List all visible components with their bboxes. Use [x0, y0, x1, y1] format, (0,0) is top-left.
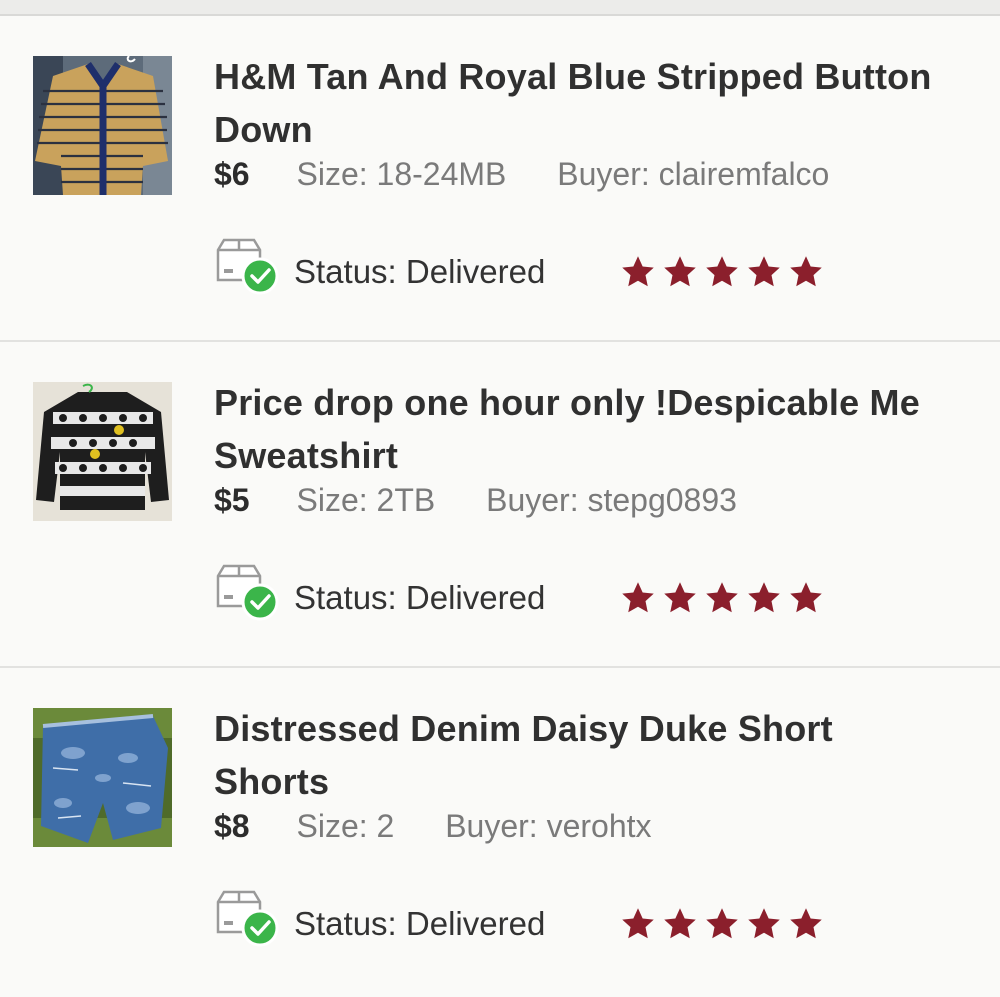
status-text: Status: Delivered [294, 252, 545, 292]
star-icon [706, 908, 738, 939]
list-item[interactable]: Price drop one hour only !Despicable Me … [0, 342, 1000, 668]
star-rating [620, 906, 824, 946]
status-value: Delivered [405, 579, 546, 616]
star-icon [664, 582, 696, 613]
star-icon [748, 256, 780, 287]
star-rating [620, 580, 824, 620]
buyer-value[interactable]: verohtx [547, 808, 652, 844]
star-icon [622, 256, 654, 287]
star-icon [622, 582, 654, 613]
item-title[interactable]: Price drop one hour only !Despicable Me … [214, 376, 934, 482]
size-value: 2 [376, 808, 395, 844]
item-meta: $5 Size: 2TB Buyer: stepg0893 [214, 480, 737, 520]
size-value: 18-24MB [376, 156, 507, 192]
status-text: Status: Delivered [294, 578, 545, 618]
status-label: Status: [294, 253, 397, 290]
delivered-box-check-icon [216, 564, 279, 621]
item-size: Size: 2TB [296, 482, 435, 518]
item-buyer: Buyer: verohtx [445, 808, 651, 844]
delivered-box-check-icon [216, 238, 279, 295]
item-meta: $8 Size: 2 Buyer: verohtx [214, 806, 652, 846]
star-icon [706, 582, 738, 613]
item-thumbnail[interactable] [33, 382, 172, 521]
item-title[interactable]: H&M Tan And Royal Blue Stripped Button D… [214, 50, 934, 156]
status-value: Delivered [405, 905, 546, 942]
item-meta: $6 Size: 18-24MB Buyer: clairemfalco [214, 154, 829, 194]
size-label: Size: [296, 808, 368, 844]
sold-items-list: H&M Tan And Royal Blue Stripped Button D… [0, 16, 1000, 994]
status-value: Delivered [405, 253, 546, 290]
buyer-label: Buyer: [557, 156, 650, 192]
status-row: Status: Delivered [214, 558, 974, 638]
star-icon [790, 908, 822, 939]
star-icon [622, 908, 654, 939]
star-icon [790, 256, 822, 287]
status-text: Status: Delivered [294, 904, 545, 944]
top-edge-bar [0, 0, 1000, 16]
size-label: Size: [296, 156, 368, 192]
status-row: Status: Delivered [214, 884, 974, 964]
size-label: Size: [296, 482, 368, 518]
item-buyer: Buyer: stepg0893 [486, 482, 737, 518]
item-price: $8 [214, 808, 250, 844]
star-icon [664, 256, 696, 287]
star-icon [706, 256, 738, 287]
buyer-label: Buyer: [486, 482, 579, 518]
star-icon [748, 582, 780, 613]
star-icon [748, 908, 780, 939]
item-buyer: Buyer: clairemfalco [557, 156, 829, 192]
star-icon [664, 908, 696, 939]
status-label: Status: [294, 905, 397, 942]
item-thumbnail[interactable] [33, 708, 172, 847]
size-value: 2TB [376, 482, 436, 518]
list-item[interactable]: Distressed Denim Daisy Duke Short Shorts… [0, 668, 1000, 994]
buyer-label: Buyer: [445, 808, 538, 844]
buyer-value[interactable]: clairemfalco [659, 156, 830, 192]
star-icon [790, 582, 822, 613]
item-size: Size: 2 [296, 808, 394, 844]
status-label: Status: [294, 579, 397, 616]
buyer-value[interactable]: stepg0893 [587, 482, 736, 518]
item-title[interactable]: Distressed Denim Daisy Duke Short Shorts [214, 702, 934, 808]
delivered-box-check-icon [216, 890, 279, 947]
list-item[interactable]: H&M Tan And Royal Blue Stripped Button D… [0, 16, 1000, 342]
item-size: Size: 18-24MB [296, 156, 506, 192]
star-rating [620, 254, 824, 294]
item-price: $5 [214, 482, 250, 518]
item-thumbnail[interactable] [33, 56, 172, 195]
item-price: $6 [214, 156, 250, 192]
status-row: Status: Delivered [214, 232, 974, 312]
